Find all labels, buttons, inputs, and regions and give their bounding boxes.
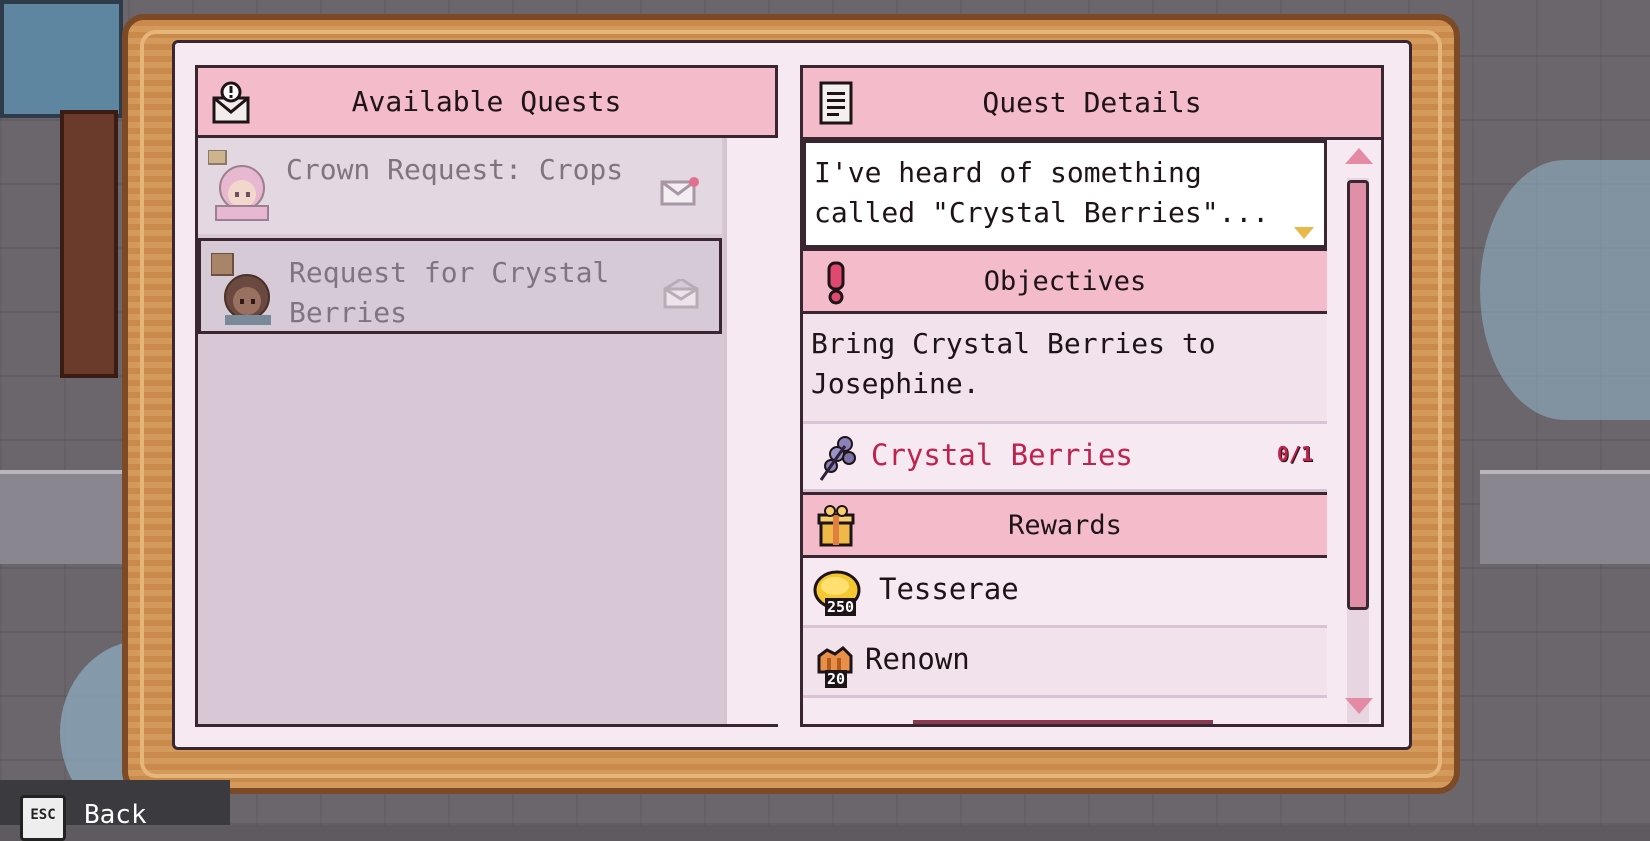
rewards-header: Rewards	[803, 492, 1327, 558]
new-mail-icon	[660, 177, 699, 206]
quest-details-title: Quest Details	[982, 86, 1202, 119]
more-text-arrow-icon	[1294, 227, 1314, 239]
josephine-portrait	[211, 253, 271, 325]
background-table	[0, 0, 123, 118]
quest-details-panel: Quest Details I've heard of something ca…	[800, 65, 1384, 727]
quest-description: I've heard of something called "Crystal …	[814, 156, 1270, 229]
reward-name: Renown	[865, 642, 970, 676]
reward-quantity: 250	[825, 598, 857, 616]
reward-name: Tesserae	[879, 572, 1019, 606]
scroll-up-arrow-icon[interactable]	[1345, 148, 1373, 164]
available-quests-title: Available Quests	[351, 85, 622, 118]
pink-hair-girl-crown-portrait	[208, 150, 269, 221]
rewards-title: Rewards	[1008, 509, 1122, 541]
esc-key-icon[interactable]: ESC	[20, 795, 66, 841]
background-wall	[1480, 470, 1650, 564]
quest-list-gutter	[724, 138, 778, 724]
crystal-berries-icon	[819, 436, 856, 481]
objectives-header: Objectives	[803, 248, 1327, 314]
available-quests-header: Available Quests	[198, 68, 775, 138]
quest-description-box[interactable]: I've heard of something called "Crystal …	[803, 140, 1327, 248]
objective-text: Bring Crystal Berries to Josephine.	[811, 327, 1216, 400]
quest-item-crystal-berries[interactable]: Request for Crystal Berries	[198, 238, 722, 334]
back-button-label[interactable]: Back	[84, 800, 147, 830]
exclamation-icon	[827, 261, 845, 305]
objectives-title: Objectives	[983, 265, 1147, 297]
quest-details-header: Quest Details	[803, 68, 1381, 140]
scroll-down-arrow-icon[interactable]	[1345, 698, 1373, 714]
objective-item-row: Crystal Berries 0/1	[803, 424, 1327, 492]
quest-envelope-icon	[212, 81, 250, 124]
reward-row-renown: 20 Renown	[803, 628, 1327, 698]
quest-title: Request for Crystal Berries	[289, 256, 610, 329]
objective-description-row: Bring Crystal Berries to Josephine.	[803, 314, 1327, 424]
reward-quantity: 20	[825, 670, 848, 688]
quest-item-crown-request[interactable]: Crown Request: Crops	[198, 138, 722, 234]
available-quests-panel: Available Quests Crown Request: Crops Re…	[195, 65, 778, 727]
document-icon	[819, 81, 853, 125]
gift-icon	[817, 505, 855, 547]
reward-row-tesserae: 250 Tesserae	[803, 558, 1327, 628]
details-scrollbar-thumb[interactable]	[1347, 180, 1369, 610]
quest-title: Crown Request: Crops	[286, 153, 624, 186]
objective-item-name: Crystal Berries	[871, 438, 1133, 472]
background-table-leg	[60, 110, 118, 378]
background-snow	[1480, 160, 1650, 420]
opened-mail-icon	[663, 279, 699, 309]
objective-item-count: 0/1	[1276, 442, 1313, 466]
next-reward-peek	[913, 720, 1213, 724]
